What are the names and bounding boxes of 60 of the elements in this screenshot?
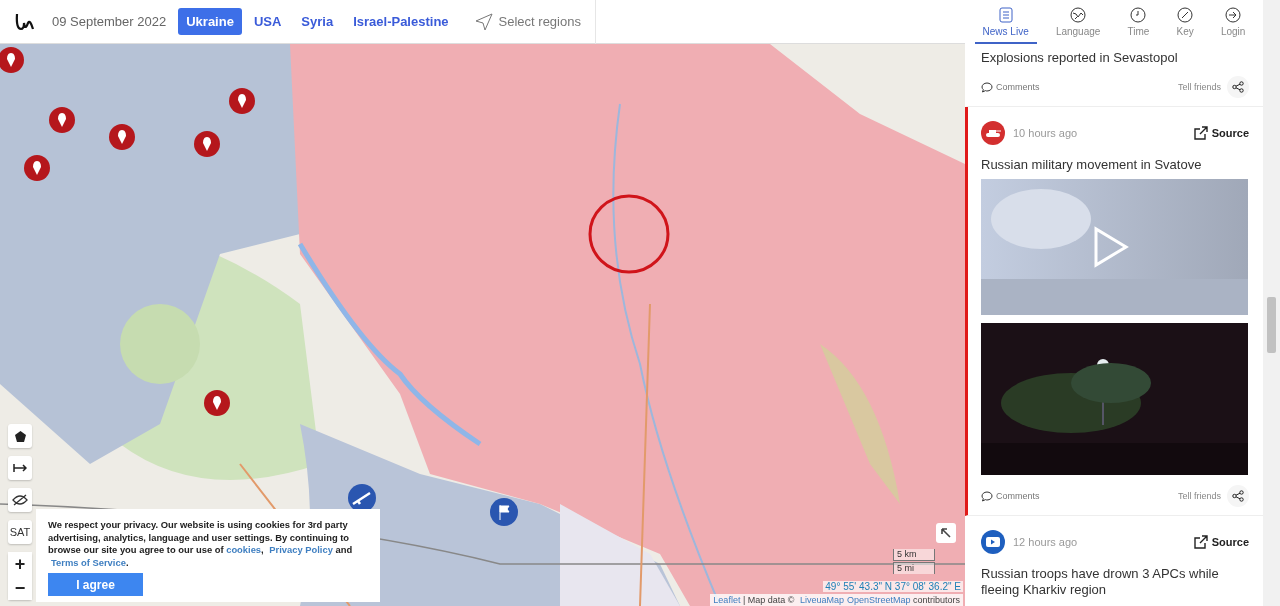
tell-friends-label: Tell friends (1177, 82, 1221, 92)
attribution-link[interactable]: Leaflet (713, 595, 741, 605)
navigation-arrow-icon (474, 12, 493, 31)
comments-button[interactable]: Comments (981, 81, 1040, 93)
news-title[interactable]: Explosions reported in Sevastopol (981, 50, 1249, 66)
eye-off-icon (12, 494, 28, 506)
time-label: 10 hours ago (1013, 127, 1079, 139)
scale-label: 5 mi (893, 562, 935, 574)
scrollbar-thumb[interactable] (1267, 297, 1276, 353)
comments-button[interactable]: Comments (981, 490, 1040, 502)
zoom-in-button[interactable]: + (8, 552, 32, 576)
collapse-button[interactable] (936, 523, 956, 543)
region-tab[interactable]: Israel-Palestine (345, 8, 457, 35)
nav-tab[interactable]: Language (1047, 0, 1109, 44)
region-tab[interactable]: Ukraine (178, 8, 242, 35)
share-icon (1232, 490, 1244, 502)
speech-bubble-icon (981, 490, 993, 502)
speech-bubble-icon (981, 81, 993, 93)
news-card[interactable]: Explosions reported in Sevastopol Comments Tell friends (965, 44, 1263, 107)
satellite-button[interactable]: SAT (8, 520, 32, 544)
tell-friends-label: Tell friends (1177, 491, 1221, 501)
news-card[interactable]: 10 hours ago Source Russian military movement in Svatove Comments Tell friends (965, 107, 1263, 516)
share-button[interactable] (1227, 76, 1249, 98)
coordinates-label: 49° 55' 43.3" N 37° 08' 36.2" E (823, 581, 963, 592)
attribution-link[interactable]: LiveuaMap (799, 595, 844, 605)
source-link[interactable]: Source (1193, 535, 1249, 549)
zoom-out-button[interactable]: − (8, 576, 32, 600)
login-icon (1225, 7, 1242, 23)
date-label: 09 September 2022 (52, 14, 167, 29)
external-link-icon (1193, 535, 1208, 549)
polygon-tool-button[interactable] (8, 424, 32, 448)
pentagon-icon (14, 430, 26, 442)
source-link[interactable]: Source (1193, 126, 1249, 140)
news-title[interactable]: Russian military movement in Svatove (981, 157, 1249, 173)
attribution-text: Leaflet | Map data © LiveuaMap OpenStreetMap contributors (710, 594, 963, 606)
nav-tab[interactable]: Time (1119, 0, 1158, 44)
scale-label: 5 km (893, 549, 935, 561)
external-link-icon (1193, 126, 1208, 140)
document-icon (998, 7, 1013, 23)
news-title[interactable]: Russian troops have drown 3 APCs while fleeing Kharkiv region (981, 566, 1249, 598)
region-tab[interactable]: USA (245, 8, 290, 35)
share-button[interactable] (1227, 485, 1249, 507)
clock-icon (1130, 7, 1147, 23)
cookie-text: We respect your privacy. Our website is using cookies for 3rd party advertising, analytics, language and user settings. By continuing to browse our site you agree to our use of cookies, Privacy Policy and Terms of Service. (48, 519, 354, 569)
policy-link[interactable]: Privacy Policy (269, 544, 333, 555)
share-icon (1232, 81, 1244, 93)
region-tab[interactable]: Syria (293, 8, 342, 35)
scrollbar[interactable] (1263, 0, 1280, 606)
flag-marker-icon[interactable] (490, 498, 518, 526)
select-regions-button[interactable]: Select regions (468, 11, 587, 32)
nav-tab[interactable]: Key (1168, 0, 1202, 44)
arrow-right-icon (13, 464, 27, 472)
nav-tab[interactable]: Login (1212, 0, 1254, 44)
hide-layers-button[interactable] (8, 488, 32, 512)
measure-tool-button[interactable] (8, 456, 32, 480)
policy-link[interactable]: Terms of Service (51, 556, 126, 568)
arrow-up-left-icon (941, 528, 951, 538)
agree-button[interactable]: I agree (48, 573, 143, 596)
attribution-link[interactable]: OpenStreetMap (846, 595, 911, 605)
time-label: 12 hours ago (1013, 536, 1079, 548)
